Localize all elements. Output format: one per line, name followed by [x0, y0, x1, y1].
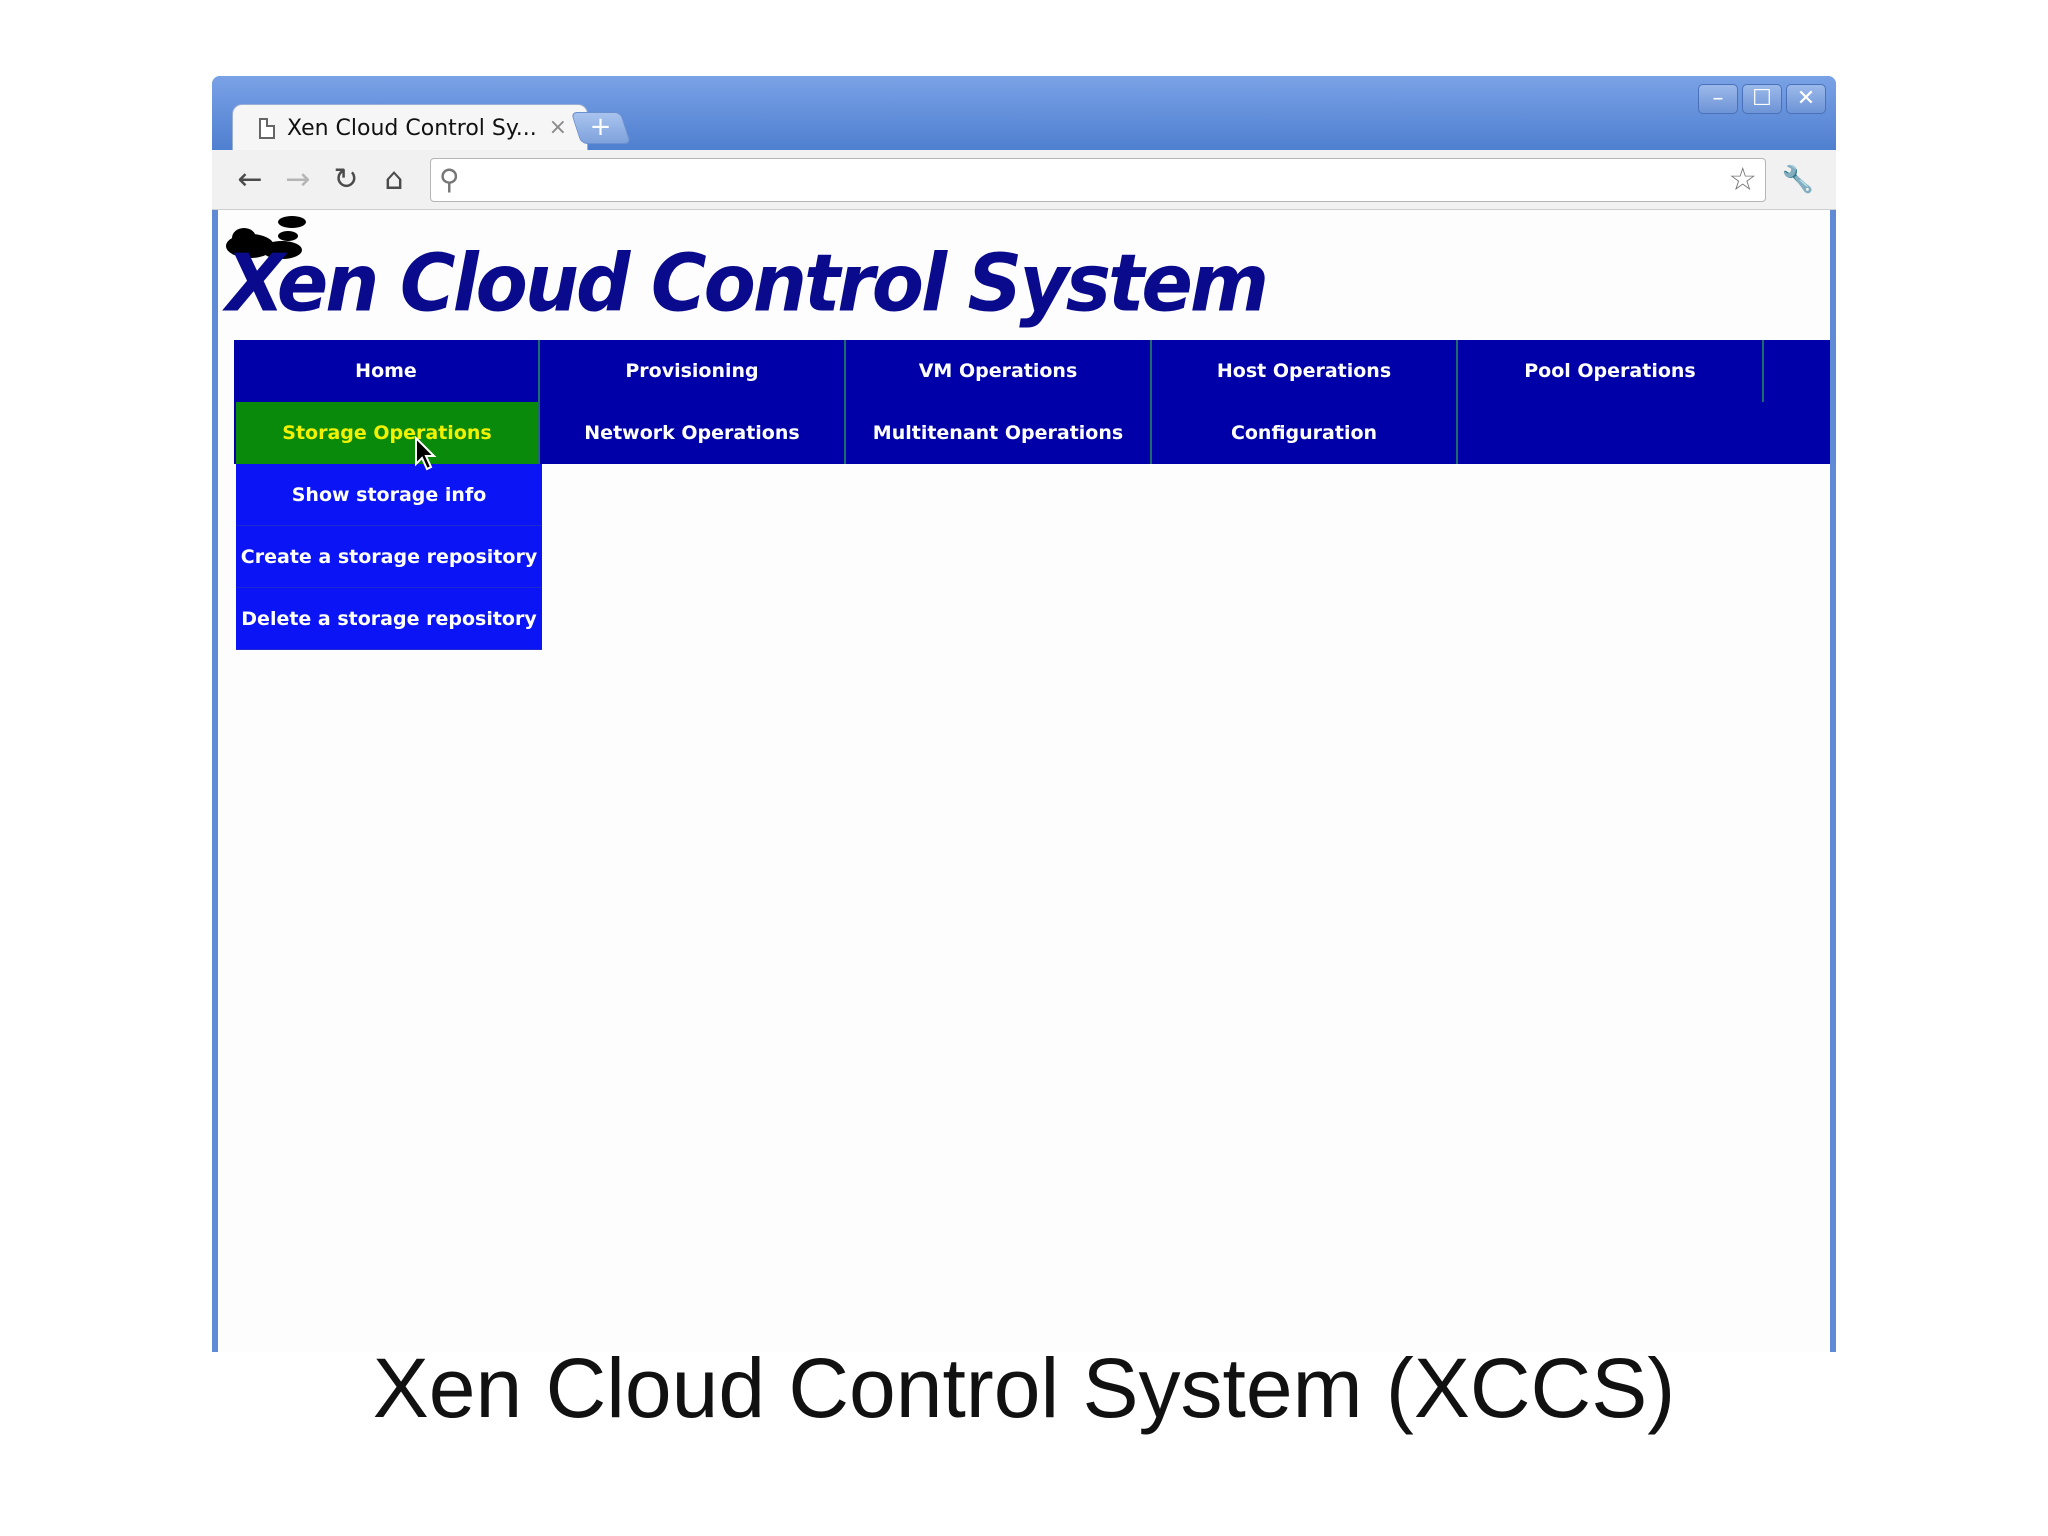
tab-title: Xen Cloud Control Sy... [287, 116, 537, 141]
plus-icon: + [589, 112, 612, 142]
submenu-delete-storage-repository[interactable]: Delete a storage repository [236, 588, 542, 650]
bookmark-star-icon[interactable]: ☆ [1728, 159, 1757, 199]
home-icon[interactable]: ⌂ [374, 160, 414, 200]
search-icon: ⚲ [439, 163, 460, 196]
menu-vm-operations[interactable]: VM Operations [846, 340, 1152, 402]
menu-home[interactable]: Home [234, 340, 540, 402]
slide-caption: Xen Cloud Control System (XCCS) [372, 1341, 1676, 1435]
reload-icon[interactable]: ↻ [326, 160, 366, 200]
menu-provisioning[interactable]: Provisioning [540, 340, 846, 402]
back-arrow-icon[interactable]: ← [230, 160, 270, 200]
wrench-icon[interactable]: 🔧 [1778, 160, 1818, 200]
title-bar: Xen Cloud Control Sy... × + – ☐ ✕ [212, 76, 1836, 152]
forward-arrow-icon[interactable]: → [278, 160, 318, 200]
close-window-button[interactable]: ✕ [1786, 84, 1826, 114]
menu-multitenant-operations[interactable]: Multitenant Operations [846, 402, 1152, 464]
submenu-show-storage-info[interactable]: Show storage info [236, 464, 542, 526]
maximize-button[interactable]: ☐ [1742, 84, 1782, 114]
document-icon [259, 118, 275, 139]
tab-close-icon[interactable]: × [549, 115, 567, 141]
menu-storage-operations[interactable]: Storage Operations [236, 402, 540, 464]
browser-window: Xen Cloud Control Sy... × + – ☐ ✕ ← → ↻ … [212, 76, 1836, 1352]
mouse-cursor-icon [415, 436, 437, 471]
storage-submenu: Show storage info Create a storage repos… [236, 464, 542, 650]
main-menu: Home Provisioning VM Operations Host Ope… [234, 340, 1830, 464]
menu-network-operations[interactable]: Network Operations [540, 402, 846, 464]
page-content: Xen Cloud Control System Home Provisioni… [218, 210, 1830, 1352]
minimize-button[interactable]: – [1698, 84, 1738, 114]
menu-configuration[interactable]: Configuration [1152, 402, 1458, 464]
address-bar[interactable]: ⚲ ☆ [430, 158, 1766, 202]
browser-tab[interactable]: Xen Cloud Control Sy... × [232, 104, 588, 152]
app-logo-title: Xen Cloud Control System [226, 235, 1269, 330]
menu-host-operations[interactable]: Host Operations [1152, 340, 1458, 402]
browser-toolbar: ← → ↻ ⌂ ⚲ ☆ 🔧 [212, 150, 1836, 210]
submenu-create-storage-repository[interactable]: Create a storage repository [236, 526, 542, 588]
new-tab-button[interactable]: + [570, 112, 632, 144]
menu-pool-operations[interactable]: Pool Operations [1458, 340, 1764, 402]
